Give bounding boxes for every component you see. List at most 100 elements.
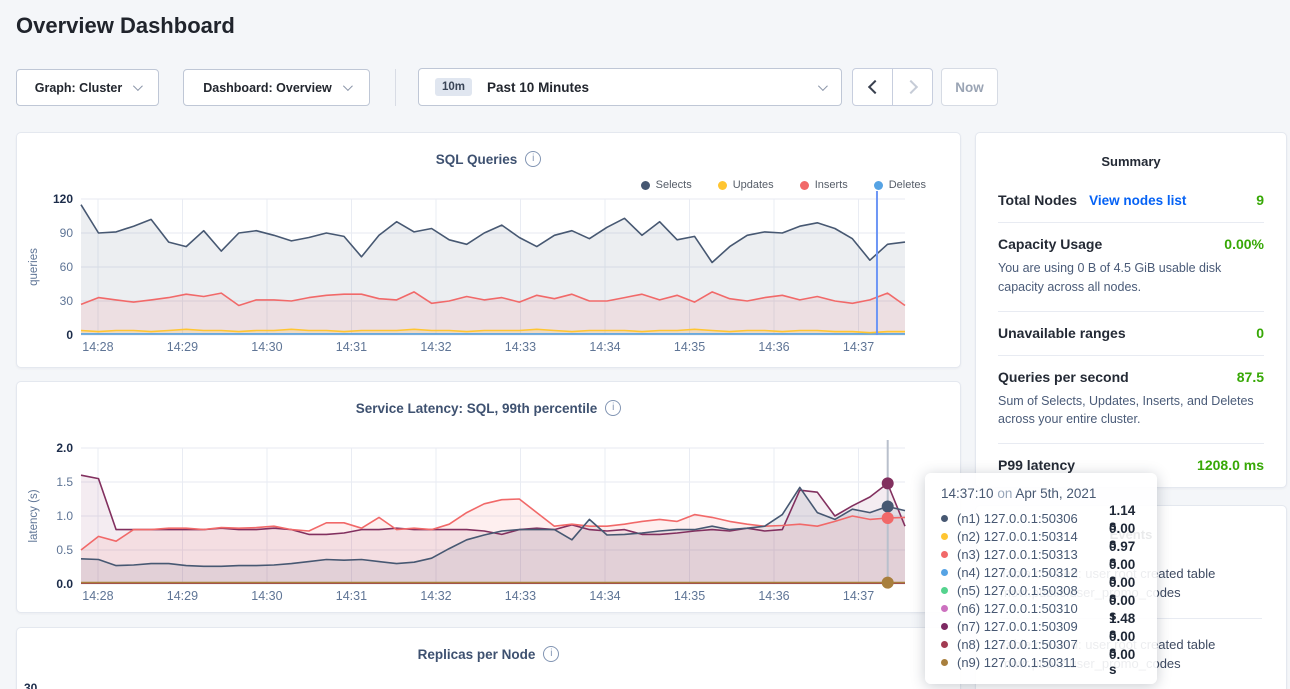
summary-panel: Summary Total Nodes View nodes list 9 Capac… [975,132,1287,488]
svg-text:1.0: 1.0 [56,509,73,523]
summary-value: 9 [1256,192,1264,208]
svg-text:14:29: 14:29 [167,589,198,603]
time-range-label: Past 10 Minutes [487,80,589,95]
view-nodes-list-link[interactable]: View nodes list [1089,193,1186,208]
svg-text:14:30: 14:30 [251,340,282,354]
svg-text:2.0: 2.0 [56,441,73,455]
summary-label: Queries per second [998,369,1129,385]
time-range-selector[interactable]: 10m Past 10 Minutes [418,68,842,106]
prev-range-button[interactable] [852,68,893,106]
node-color-dot [941,659,948,666]
svg-text:14:35: 14:35 [674,589,705,603]
summary-row: Total Nodes View nodes list 9 [998,179,1264,222]
summary-label: Capacity Usage [998,236,1102,252]
summary-value: 0.00% [1224,236,1264,252]
svg-text:14:32: 14:32 [420,340,451,354]
svg-text:120: 120 [53,192,73,206]
service-latency-chart[interactable]: 0.0 0.5 1.0 1.5 2.0 14:28 14:29 14:30 14:31 14:32… [17,438,958,610]
node-color-dot [941,605,948,612]
node-address: (n1) 127.0.0.1:50306 [957,511,1109,526]
summary-label: Total Nodes [998,192,1077,208]
node-address: (n3) 127.0.0.1:50313 [957,547,1109,562]
svg-text:30: 30 [60,294,74,308]
chart-title: Service Latency: SQL, 99th percentile [356,401,598,416]
summary-title: Summary [976,133,1286,169]
node-color-dot [941,551,948,558]
svg-text:14:36: 14:36 [758,340,789,354]
summary-row: Capacity Usage 0.00% You are using 0 B of … [998,223,1264,311]
summary-label: P99 latency [998,457,1075,473]
graph-dropdown[interactable]: Graph: Cluster [16,69,159,106]
sql-queries-chart[interactable]: 030609012014:2814:2914:3014:3114:3214:33… [17,189,958,361]
node-color-dot [941,623,948,630]
node-address: (n7) 127.0.0.1:50309 [957,619,1109,634]
svg-text:queries: queries [28,248,40,286]
svg-text:14:34: 14:34 [589,589,620,603]
node-address: (n8) 127.0.0.1:50307 [957,637,1109,652]
dashboard-dropdown[interactable]: Dashboard: Overview [183,69,370,106]
graph-dropdown-label: Graph: Cluster [35,81,123,95]
svg-text:14:36: 14:36 [758,589,789,603]
chart-title: Replicas per Node [418,647,536,662]
summary-value: 0 [1256,325,1264,341]
svg-text:14:37: 14:37 [843,589,874,603]
sql-queries-card: SQL Queries i SelectsUpdatesInsertsDelet… [16,132,961,368]
chevron-left-icon [867,80,881,94]
service-latency-card: Service Latency: SQL, 99th percentile i … [16,381,961,613]
time-range-badge: 10m [435,78,472,96]
replicas-per-node-card: Replicas per Node i [16,627,961,689]
tooltip-timestamp: 14:37:10 on Apr 5th, 2021 [941,486,1141,501]
node-color-dot [941,587,948,594]
svg-text:14:28: 14:28 [82,340,113,354]
svg-text:14:34: 14:34 [589,340,620,354]
node-color-dot [941,515,948,522]
node-color-dot [941,533,948,540]
svg-text:latency (s): latency (s) [28,489,40,542]
node-color-dot [941,569,948,576]
summary-label: Unavailable ranges [998,325,1126,341]
svg-text:14:29: 14:29 [167,340,198,354]
svg-text:90: 90 [60,226,74,240]
toolbar-divider [395,69,396,106]
chevron-down-icon [133,81,143,91]
node-color-dot [941,641,948,648]
svg-text:14:33: 14:33 [505,589,536,603]
node-address: (n4) 127.0.0.1:50312 [957,565,1109,580]
svg-text:60: 60 [60,260,74,274]
svg-text:14:31: 14:31 [336,589,367,603]
chart-tooltip: 14:37:10 on Apr 5th, 2021 (n1) 127.0.0.1… [925,473,1157,684]
summary-description: Sum of Selects, Updates, Inserts, and De… [998,392,1264,430]
svg-text:14:35: 14:35 [674,340,705,354]
info-icon[interactable]: i [605,400,621,416]
node-address: (n9) 127.0.0.1:50311 [957,655,1109,670]
chevron-down-icon [343,81,353,91]
svg-text:0.0: 0.0 [56,577,73,591]
node-latency-value: 0.00 s [1109,647,1141,677]
svg-text:14:28: 14:28 [82,589,113,603]
summary-description: You are using 0 B of 4.5 GiB usable disk… [998,259,1264,297]
svg-text:14:32: 14:32 [420,589,451,603]
summary-row: Queries per second 87.5 Sum of Selects, Up… [998,356,1264,444]
summary-value: 87.5 [1237,369,1264,385]
svg-text:1.5: 1.5 [56,475,73,489]
node-address: (n2) 127.0.0.1:50314 [957,529,1109,544]
tooltip-node-row: (n9) 127.0.0.1:503110.00 s [941,653,1141,671]
chevron-down-icon [818,81,828,91]
now-button[interactable]: Now [941,68,998,106]
svg-text:14:37: 14:37 [843,340,874,354]
chart-title: SQL Queries [436,152,518,167]
svg-text:0.5: 0.5 [56,543,73,557]
info-icon[interactable]: i [543,646,559,662]
svg-text:14:33: 14:33 [505,340,536,354]
overview-dashboard-page: Overview Dashboard Graph: Cluster Dashbo… [0,0,1290,689]
svg-text:0: 0 [66,328,73,342]
svg-text:14:30: 14:30 [251,589,282,603]
replicas-chart-ytick: 30 [24,681,37,689]
node-address: (n5) 127.0.0.1:50308 [957,583,1109,598]
summary-value: 1208.0 ms [1197,457,1264,473]
info-icon[interactable]: i [525,151,541,167]
next-range-button[interactable] [892,68,933,106]
node-address: (n6) 127.0.0.1:50310 [957,601,1109,616]
page-title: Overview Dashboard [16,13,235,39]
chevron-right-icon [903,80,917,94]
